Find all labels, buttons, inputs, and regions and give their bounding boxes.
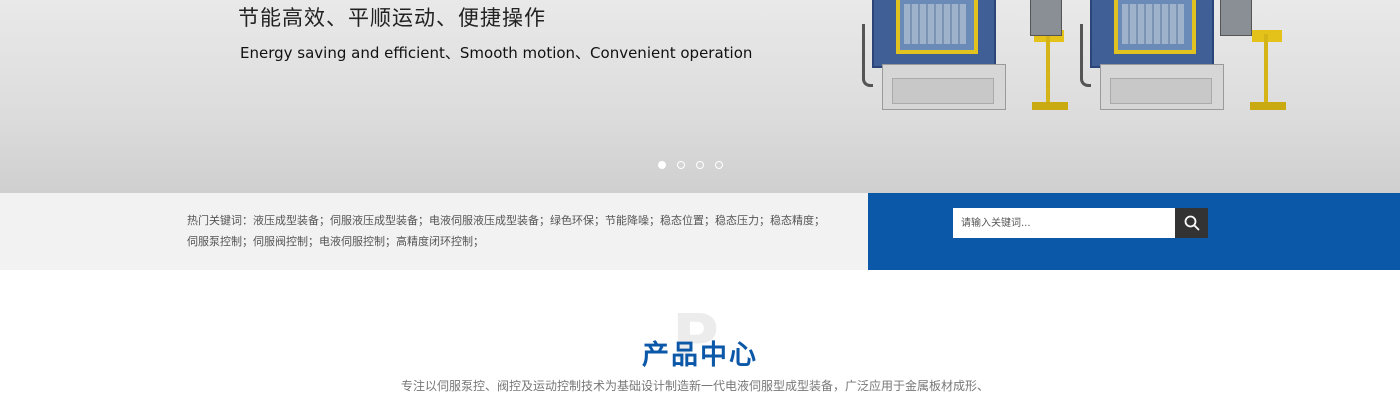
- hot-keywords-text[interactable]: 热门关键词：液压成型装备；伺服液压成型装备；电液伺服液压成型装备；绿色环保；节能…: [187, 210, 827, 252]
- carousel-pagination: [658, 161, 723, 169]
- hydraulic-press-image: [1030, 0, 1286, 124]
- banner-subline: Energy saving and efficient、Smooth motio…: [240, 44, 753, 62]
- carousel-dot[interactable]: [658, 161, 666, 169]
- section-description: 专注以伺服泵控、阀控及运动控制技术为基础设计制造新一代电液伺服型成型装备，广泛应…: [400, 379, 989, 393]
- search-icon: [1184, 215, 1199, 231]
- hot-keywords-bar: 热门关键词：液压成型装备；伺服液压成型装备；电液伺服液压成型装备；绿色环保；节能…: [0, 193, 868, 270]
- section-title: 产品中心: [642, 340, 758, 371]
- carousel-dot[interactable]: [677, 161, 685, 169]
- banner-headline: 节能高效、平顺运动、便捷操作: [238, 6, 546, 30]
- hero-banner: 节能高效、平顺运动、便捷操作 Energy saving and efficie…: [0, 0, 1400, 193]
- carousel-dot[interactable]: [715, 161, 723, 169]
- search-input[interactable]: [953, 208, 1175, 238]
- search-button[interactable]: [1175, 208, 1208, 238]
- hydraulic-press-image: [862, 0, 1068, 124]
- carousel-dot[interactable]: [696, 161, 704, 169]
